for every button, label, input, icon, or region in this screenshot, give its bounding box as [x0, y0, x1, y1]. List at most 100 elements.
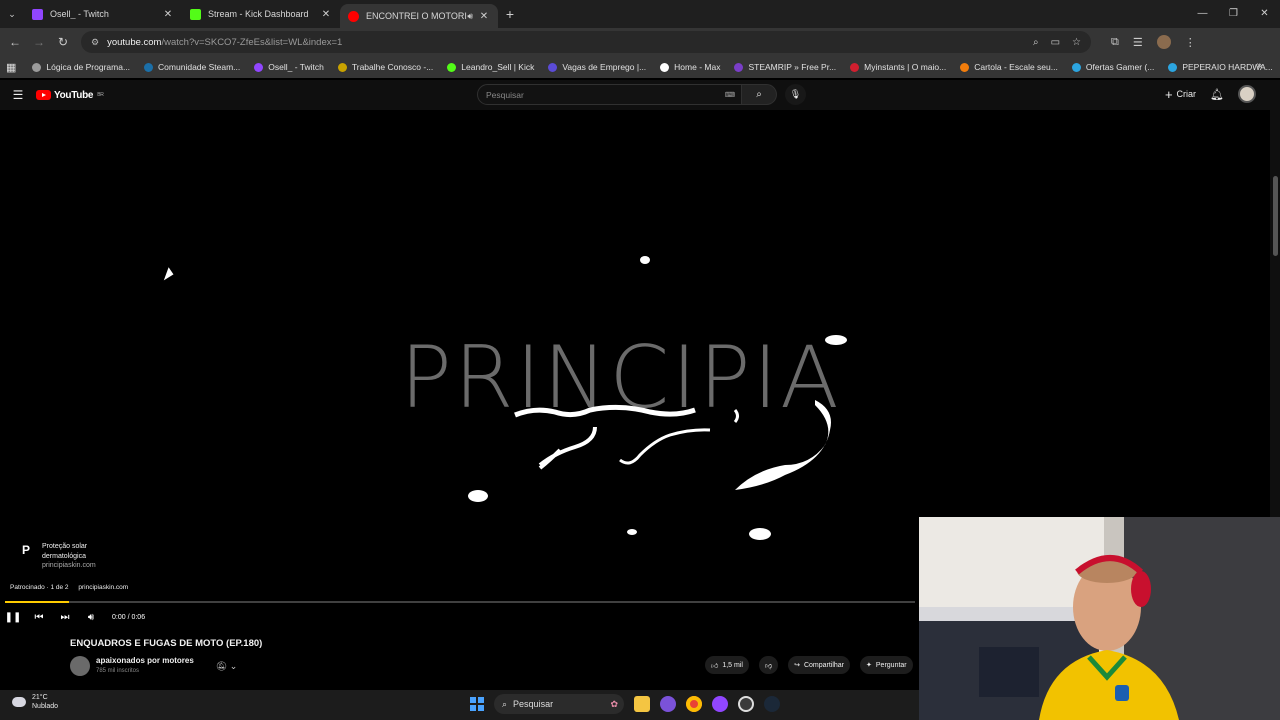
time-display: 0:00 / 0:06 [112, 613, 146, 621]
file-explorer-icon[interactable] [634, 696, 650, 712]
bookmark-favicon-icon [960, 62, 970, 72]
reload-icon[interactable]: ↻ [51, 35, 75, 49]
search-highlight-icon: ✿ [610, 698, 618, 709]
sponsor-title-line2: dermatológica [42, 552, 86, 560]
ask-button[interactable]: ✦ Perguntar [860, 656, 913, 674]
thumbs-down-icon: 👎︎ [764, 662, 773, 670]
bookmark-item[interactable]: Leandro_Sell | Kick [447, 62, 534, 72]
tab-kick-dashboard[interactable]: Stream - Kick Dashboard ✕ [182, 0, 340, 28]
sponsor-card[interactable]: P Proteção solar dermatológica principia… [18, 542, 96, 571]
keyboard-icon[interactable]: ⌨ [725, 91, 735, 99]
bookmark-item[interactable]: STEAMRIP » Free Pr... [734, 62, 836, 72]
bookmark-item[interactable]: Ofertas Gamer (... [1071, 62, 1155, 72]
scrollbar-thumb[interactable] [1273, 176, 1278, 256]
new-tab-button[interactable]: + [498, 6, 522, 22]
taskbar-search[interactable]: ⌕ Pesquisar ✿ [494, 694, 624, 714]
bookmark-item[interactable]: Myinstants | O maio... [850, 62, 946, 72]
channel-name[interactable]: apaixonados por motores [96, 656, 194, 666]
tab-twitch[interactable]: Osell_ - Twitch ✕ [24, 0, 182, 28]
tab-search-icon[interactable]: ⌄ [0, 0, 24, 28]
bookmark-label: Ofertas Gamer (... [1085, 62, 1155, 72]
extensions-icon[interactable]: ⧉ [1111, 36, 1119, 49]
sponsored-label: Patrocinado · 1 de 2 [10, 584, 69, 591]
voice-search-icon[interactable]: 🎙︎ [785, 84, 806, 105]
video-progress-bar[interactable] [5, 601, 915, 603]
windows-start-icon[interactable] [470, 697, 484, 711]
apps-icon[interactable]: ▦ [6, 61, 16, 74]
back-icon[interactable]: ← [3, 35, 27, 49]
sponsor-url: principiaskin.com [42, 562, 96, 569]
audio-playing-icon[interactable]: 🔊︎ [467, 11, 473, 22]
bookmark-favicon-icon [1168, 62, 1178, 72]
bookmark-label: Cartola - Escale seu... [974, 62, 1058, 72]
pause-icon[interactable]: ❚❚ [0, 612, 26, 623]
bookmark-label: Myinstants | O maio... [864, 62, 947, 72]
bookmark-item[interactable]: Lógica de Programa... [32, 62, 130, 72]
bookmark-label: STEAMRIP » Free Pr... [748, 62, 837, 72]
webcam-overlay [919, 517, 1280, 720]
twitch-app-icon[interactable] [660, 696, 676, 712]
previous-icon[interactable]: ⏮︎ [26, 612, 52, 623]
sponsored-link[interactable]: principiaskin.com [78, 584, 128, 591]
zoom-icon[interactable]: ⌕ [1033, 37, 1039, 48]
bookmark-favicon-icon [1071, 62, 1081, 72]
sponsor-title-line1: Proteção solar [42, 543, 88, 550]
subscription-bell-icon[interactable]: 🔕︎ ⌄ [216, 661, 237, 672]
account-avatar[interactable] [1238, 85, 1256, 103]
bookmark-label: Vagas de Emprego |... [562, 62, 647, 72]
tab-title: ENCONTREI O MOTORISTA [366, 11, 467, 21]
install-app-icon[interactable]: ▭ [1051, 37, 1060, 48]
minimize-icon[interactable]: — [1187, 0, 1218, 28]
bookmark-item[interactable]: Cartola - Escale seu... [960, 62, 1058, 72]
video-actions: 👍︎ 1,5 mil 👎︎ ↪ Compartilhar ✦ Perguntar [705, 656, 913, 674]
bookmark-item[interactable]: Trabalhe Conosco -... [337, 62, 433, 72]
search-button[interactable]: ⌕ [742, 84, 777, 105]
taskbar-search-label: Pesquisar [513, 699, 554, 709]
tab-youtube-video[interactable]: ENCONTREI O MOTORISTA 🔊︎ ✕ [340, 4, 498, 28]
chrome-icon[interactable] [686, 696, 702, 712]
youtube-play-icon [36, 90, 51, 100]
reading-list-icon[interactable]: ☰ [1133, 36, 1143, 49]
bookmark-item[interactable]: Home - Max [660, 62, 720, 72]
ad-info: Patrocinado · 1 de 2 principiaskin.com [10, 584, 128, 591]
profile-avatar[interactable] [1156, 35, 1171, 49]
address-bar[interactable]: ⚙ youtube.com /watch?v=SKCO7-ZfeEs&list=… [81, 31, 1091, 53]
url-path: /watch?v=SKCO7-ZfeEs&list=WL&index=1 [161, 36, 343, 48]
close-tab-icon[interactable]: ✕ [162, 9, 174, 20]
temperature: 21°C [32, 694, 48, 701]
browser-menu-icon[interactable]: ⋮ [1185, 36, 1196, 49]
weather-widget[interactable]: 21°C Nublado [12, 693, 58, 711]
youtube-logo[interactable]: YouTube BR [36, 90, 104, 101]
cloud-icon [12, 697, 26, 707]
sponsor-logo: P [21, 543, 30, 557]
bookmark-item[interactable]: Osell_ - Twitch [254, 62, 324, 72]
webcam-feed-image [919, 517, 1280, 720]
restore-icon[interactable]: ❐ [1218, 0, 1249, 28]
share-button[interactable]: ↪ Compartilhar [788, 656, 851, 674]
dislike-button[interactable]: 👎︎ [758, 656, 779, 674]
notifications-bell-icon[interactable]: 🔔︎ [1210, 88, 1224, 101]
bookmark-star-icon[interactable]: ☆ [1072, 37, 1081, 48]
browser-toolbar: ← → ↻ ⚙ youtube.com /watch?v=SKCO7-ZfeEs… [0, 28, 1280, 56]
close-tab-icon[interactable]: ✕ [478, 11, 490, 22]
volume-icon[interactable]: 🔊︎ [78, 612, 104, 623]
bookmark-item[interactable]: Comunidade Steam... [144, 62, 240, 72]
steam-icon[interactable] [764, 696, 780, 712]
channel-avatar[interactable] [70, 656, 90, 676]
hamburger-menu-icon[interactable]: ☰ [0, 88, 36, 102]
video-player[interactable]: PRINCIPIA P Proteção solar dermatológica… [0, 110, 919, 630]
site-info-icon[interactable]: ⚙ [91, 37, 99, 48]
bookmark-item[interactable]: Vagas de Emprego |... [548, 62, 646, 72]
next-icon[interactable]: ⏭︎ [52, 612, 78, 623]
search-input[interactable]: Pesquisar ⌨ [477, 84, 742, 105]
forward-icon[interactable]: → [27, 35, 51, 49]
more-bookmarks-icon[interactable]: » [1256, 60, 1262, 71]
search-icon: ⌕ [502, 698, 508, 709]
close-window-icon[interactable]: ✕ [1249, 0, 1280, 28]
like-button[interactable]: 👍︎ 1,5 mil [705, 656, 749, 674]
close-tab-icon[interactable]: ✕ [320, 9, 332, 20]
window-controls: — ❐ ✕ [1187, 0, 1280, 28]
obs-icon[interactable] [738, 696, 754, 712]
twitch-app-icon[interactable] [712, 696, 728, 712]
create-button[interactable]: + Criar [1165, 87, 1196, 102]
